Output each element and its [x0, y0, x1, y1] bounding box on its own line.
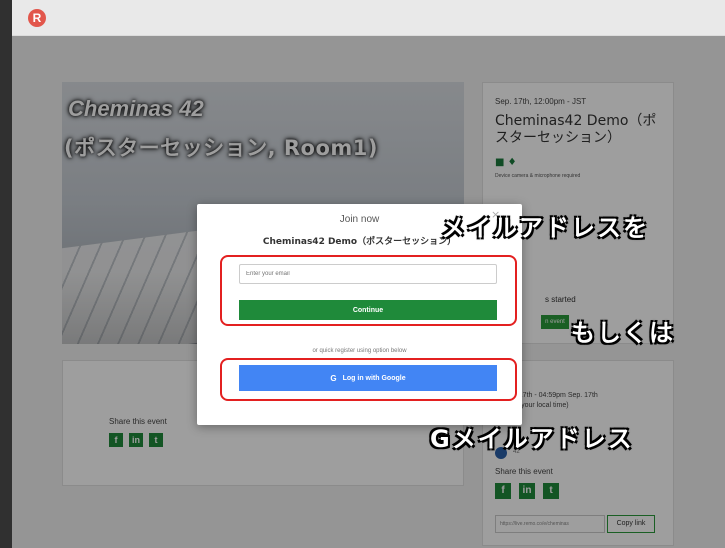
- google-highlight-box: [220, 358, 517, 401]
- annotation-or: もしくは: [571, 319, 675, 347]
- or-register-text: or quick register using option below: [312, 348, 407, 354]
- annotation-gmail: Gメイルアドレス: [430, 425, 634, 453]
- remo-logo[interactable]: R: [28, 9, 46, 27]
- email-highlight-box: [220, 255, 517, 326]
- window-left-edge: [0, 0, 12, 548]
- annotation-email: メイルアドレスを: [441, 214, 649, 242]
- top-bar: R: [12, 0, 725, 36]
